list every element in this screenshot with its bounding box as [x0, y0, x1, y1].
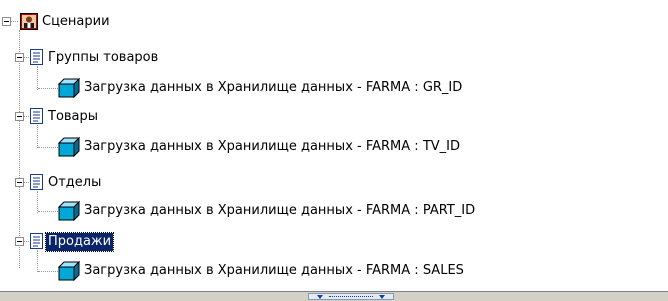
cube-icon — [58, 137, 80, 157]
document-icon — [30, 233, 43, 249]
splitter-handle[interactable] — [308, 293, 394, 300]
scenario-tree[interactable]: Сценарии Группы товаров Загрузка данных … — [0, 0, 668, 291]
cube-icon — [58, 78, 80, 98]
cube-icon — [58, 201, 80, 221]
tree-leaf-label[interactable]: Загрузка данных в Хранилище данных - FAR… — [82, 202, 477, 220]
cube-icon — [58, 261, 80, 281]
group-collapse-toggle[interactable] — [15, 53, 24, 62]
tree-group-label[interactable]: Товары — [46, 108, 100, 126]
group-collapse-toggle[interactable] — [15, 112, 24, 121]
document-icon — [30, 108, 43, 124]
tree-leaf-label[interactable]: Загрузка данных в Хранилище данных - FAR… — [82, 79, 464, 97]
bottom-splitter-bar[interactable] — [0, 291, 668, 301]
root-collapse-toggle[interactable] — [2, 17, 11, 26]
group-collapse-toggle[interactable] — [15, 178, 24, 187]
scenario-icon — [20, 13, 38, 30]
tree-group-label[interactable]: Группы товаров — [46, 49, 160, 67]
grip-dots — [329, 296, 373, 297]
tree-leaf-label[interactable]: Загрузка данных в Хранилище данных - FAR… — [82, 262, 466, 280]
tree-leaf-label[interactable]: Загрузка данных в Хранилище данных - FAR… — [82, 138, 462, 156]
group-collapse-toggle[interactable] — [15, 237, 24, 246]
arrow-down-icon — [317, 295, 323, 299]
document-icon — [30, 49, 43, 65]
tree-root-label[interactable]: Сценарии — [40, 13, 112, 31]
tree-group-label-selected[interactable]: Продажи — [44, 232, 115, 252]
document-icon — [30, 174, 43, 190]
arrow-down-icon — [379, 295, 385, 299]
tree-group-label[interactable]: Отделы — [46, 174, 103, 192]
